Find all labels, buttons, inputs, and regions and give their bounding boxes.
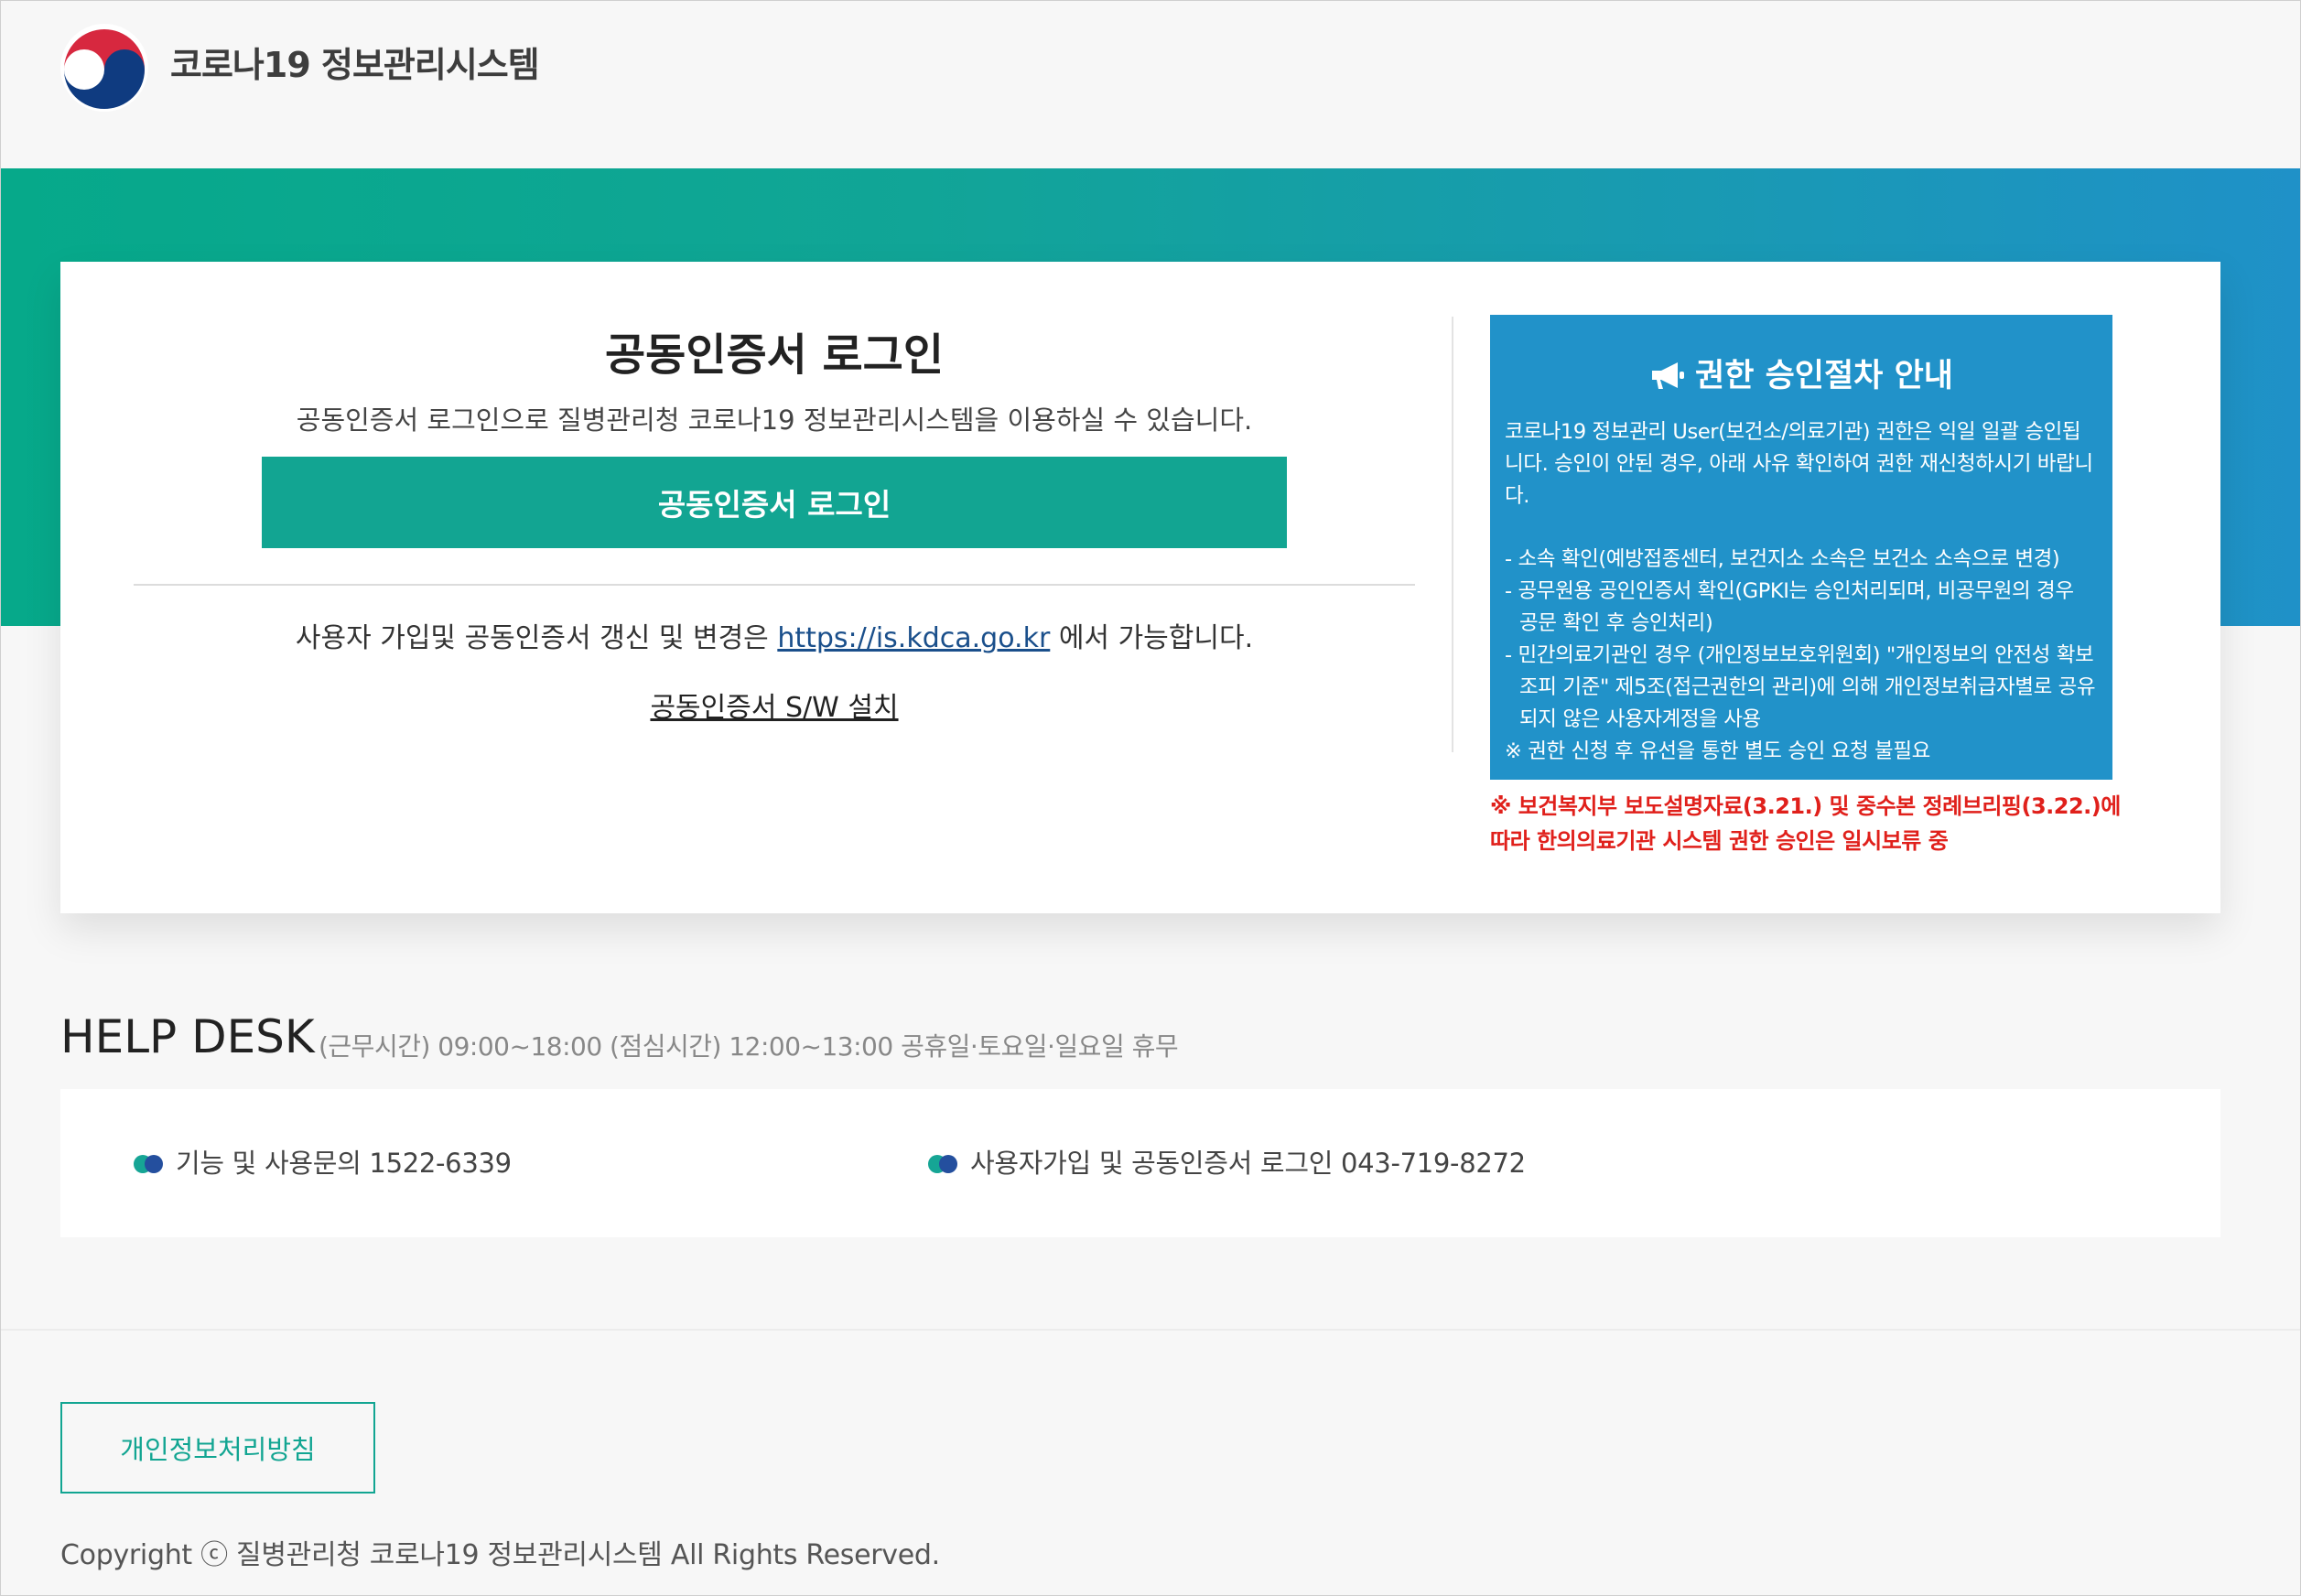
government-emblem-icon[interactable] bbox=[59, 22, 150, 113]
signup-prefix: 사용자 가입및 공동인증서 갱신 및 변경은 bbox=[295, 622, 778, 654]
helpdesk-title: HELP DESK bbox=[60, 1010, 315, 1063]
notice-list: - 소속 확인(예방접종센터, 보건지소 소속은 보건소 소속으로 변경) - … bbox=[1505, 544, 2098, 768]
column-separator bbox=[1452, 317, 1453, 752]
kdca-signup-link[interactable]: https://is.kdca.go.kr bbox=[777, 622, 1050, 654]
copyright: Copyright ⓒ 질병관리청 코로나19 정보관리시스템 All Righ… bbox=[60, 1539, 940, 1571]
login-description: 공동인증서 로그인으로 질병관리청 코로나19 정보관리시스템을 이용하실 수 … bbox=[296, 404, 1253, 436]
helpdesk-contact-function: 기능 및 사용문의 1522-6339 bbox=[134, 1142, 512, 1181]
helpdesk-contact-signup: 사용자가입 및 공동인증서 로그인 043-719-8272 bbox=[928, 1142, 1526, 1181]
privacy-policy-button[interactable]: 개인정보처리방침 bbox=[60, 1402, 375, 1494]
footer-separator bbox=[0, 1329, 2301, 1331]
bullet-dots-icon bbox=[928, 1155, 957, 1173]
certificate-login-button[interactable]: 공동인증서 로그인 bbox=[262, 457, 1287, 548]
helpdesk-box: 기능 및 사용문의 1522-6339 사용자가입 및 공동인증서 로그인 04… bbox=[60, 1089, 2220, 1237]
contact-text: 사용자가입 및 공동인증서 로그인 043-719-8272 bbox=[970, 1148, 1526, 1179]
signup-info: 사용자 가입및 공동인증서 갱신 및 변경은 https://is.kdca.g… bbox=[134, 615, 1415, 655]
contact-text: 기능 및 사용문의 1522-6339 bbox=[176, 1148, 512, 1179]
login-card: 공동인증서 로그인 공동인증서 로그인으로 질병관리청 코로나19 정보관리시스… bbox=[60, 262, 2220, 913]
megaphone-icon bbox=[1652, 362, 1684, 389]
notice-paragraph: 코로나19 정보관리 User(보건소/의료기관) 권한은 익일 일괄 승인됩니… bbox=[1505, 420, 2093, 508]
signup-suffix: 에서 가능합니다. bbox=[1050, 622, 1254, 654]
notice-item: - 민간의료기관인 경우 (개인정보보호위원회) "개인정보의 안전성 확보조피… bbox=[1505, 643, 2096, 731]
warning-text: ※ 보건복지부 보도설명자료(3.21.) 및 중수본 정례브리핑(3.22.)… bbox=[1490, 793, 2121, 854]
sw-install: 공동인증서 S/W 설치 bbox=[134, 685, 1415, 725]
site-title[interactable]: 코로나19 정보관리시스템 bbox=[170, 37, 540, 87]
notice-title-text: 권한 승인절차 안내 bbox=[1695, 358, 1953, 394]
login-divider bbox=[134, 584, 1415, 586]
login-section: 공동인증서 로그인 공동인증서 로그인으로 질병관리청 코로나19 정보관리시스… bbox=[134, 262, 1415, 913]
notice-title: 권한 승인절차 안내 bbox=[1505, 350, 2098, 396]
notice-reference: ※ 권한 신청 후 유선을 통한 별도 승인 요청 불필요 bbox=[1505, 739, 1930, 763]
sw-install-link[interactable]: 공동인증서 S/W 설치 bbox=[650, 692, 898, 724]
login-title: 공동인증서 로그인 bbox=[605, 329, 944, 381]
site-header: 코로나19 정보관리시스템 bbox=[0, 0, 2301, 168]
bullet-dots-icon bbox=[134, 1155, 163, 1173]
approval-notice: 권한 승인절차 안내 코로나19 정보관리 User(보건소/의료기관) 권한은… bbox=[1490, 315, 2112, 780]
helpdesk-hours: (근무시간) 09:00~18:00 (점심시간) 12:00~13:00 공휴… bbox=[319, 1031, 1179, 1062]
notice-item: - 공무원용 공인인증서 확인(GPKI는 승인처리되며, 비공무원의 경우 공… bbox=[1505, 579, 2074, 635]
notice-item: - 소속 확인(예방접종센터, 보건지소 소속은 보건소 소속으로 변경) bbox=[1505, 547, 2060, 571]
